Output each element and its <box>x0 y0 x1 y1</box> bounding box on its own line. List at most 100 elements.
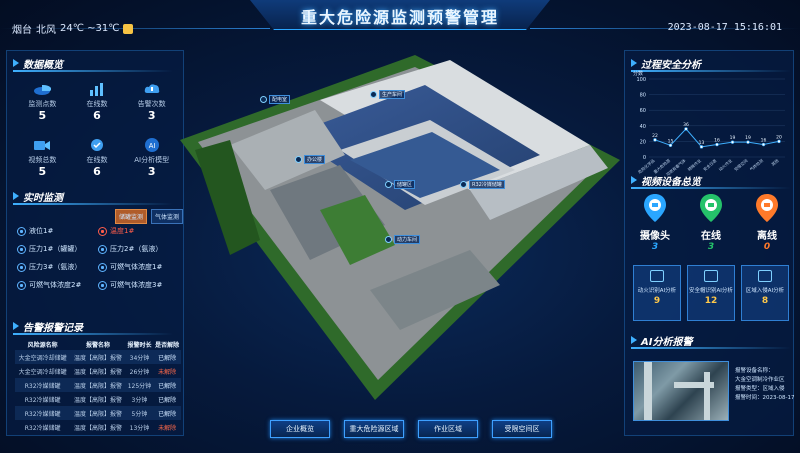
video-title: 视频设备总览 <box>631 173 791 189</box>
ai-card-label: 安全帽识别AI分析 <box>689 288 733 294</box>
nav-enterprise-overview[interactable]: 企业概览 <box>270 420 330 438</box>
video-camera-icon <box>33 137 51 153</box>
records-title: 告警报警记录 <box>13 319 173 335</box>
weather-temp: 24℃ ~31℃ <box>60 23 120 34</box>
title-marker-icon <box>13 322 19 330</box>
device-label: 离线 <box>757 231 777 242</box>
chart-x-tick-label: 气体检测 <box>748 157 764 172</box>
chart-x-tick-label: 动火作业 <box>717 157 733 172</box>
title-marker-icon <box>631 336 637 344</box>
pie-chart-icon <box>33 81 52 97</box>
online-pin-icon <box>699 193 723 223</box>
map-pin[interactable]: 配电室 <box>260 95 291 104</box>
location-pin-icon <box>385 236 392 243</box>
chart-data-label: 16 <box>714 138 720 144</box>
sensor-status-icon <box>17 280 26 290</box>
ai-alarm-title-text: AI分析报警 <box>641 336 693 348</box>
cell-duration: 26分钟 <box>129 368 150 376</box>
realtime-sensor[interactable]: 压力1#（罐罐） <box>17 243 98 255</box>
overview-value: 6 <box>93 165 101 178</box>
chart-data-label: 13 <box>699 140 705 146</box>
table-row[interactable]: R32冷媒储罐 温度【高限】报警 125分钟 已解除 <box>15 378 181 392</box>
cell-alarm-name: 温度【高限】报警 <box>70 350 126 364</box>
map-pin[interactable]: 办公楼 <box>295 155 326 164</box>
table-row[interactable]: R32冷媒储罐 温度【高限】报警 5分钟 已解除 <box>15 406 181 420</box>
alarm-info-line: 报警时间：2023-08-17 <box>735 395 795 401</box>
alarm-info-line: 大金空调制冷作业区 <box>735 377 785 383</box>
realtime-sensor[interactable]: 可燃气体浓度1# <box>98 261 179 273</box>
realtime-sensor[interactable]: 温度1# <box>98 225 179 237</box>
offline-pin-icon <box>755 193 779 223</box>
title-underline <box>631 347 791 349</box>
ai-alarm-title: AI分析报警 <box>631 333 791 349</box>
table-row[interactable]: 大金空调冷却储罐 温度【高限】报警 26分钟 未解除 <box>15 364 181 378</box>
nav-confined-space[interactable]: 受限空间区 <box>492 420 552 438</box>
overview-value: 5 <box>38 109 47 122</box>
chart-x-tick-label: 安全仪表 <box>702 157 718 172</box>
chart-data-label: 15 <box>668 138 674 144</box>
map-pin-label: 动力车间 <box>394 235 421 244</box>
overview-item: 监测点数 5 <box>15 81 70 133</box>
map-pin[interactable]: 储罐区 <box>385 180 416 189</box>
map-pin[interactable]: 动力车间 <box>385 235 421 244</box>
realtime-sensor[interactable]: 液位1# <box>17 225 98 237</box>
realtime-sensor[interactable]: 可燃气体浓度2# <box>17 279 98 291</box>
table-row[interactable]: R32冷媒储罐 温度【高限】报警 3分钟 已解除 <box>15 392 181 406</box>
tab-tank-monitor[interactable]: 储罐监测 <box>115 209 147 224</box>
cell-duration: 34分钟 <box>125 350 154 364</box>
cell-source: R32冷媒储罐 <box>24 396 61 404</box>
map-pin-label: 储罐区 <box>394 180 416 189</box>
video-device-stats: 摄像头 3 在线 3 离线 0 <box>633 193 789 252</box>
realtime-title: 实时监测 <box>13 189 173 205</box>
title-underline <box>13 333 173 335</box>
monitor-icon <box>650 270 664 282</box>
sensor-label: 可燃气体浓度3# <box>110 281 163 289</box>
cell-source: R32冷媒储罐 <box>15 406 71 420</box>
chart-point <box>684 127 688 131</box>
ai-analysis-card[interactable]: 动火识别AI分析 9 <box>633 265 681 321</box>
sensor-status-icon <box>98 244 107 254</box>
map-pin-label: 配电室 <box>269 95 291 104</box>
nav-work-area[interactable]: 作业区域 <box>418 420 478 438</box>
header: 重大危险源监测预警管理 烟台 北风 24℃ ~31℃ 2023-08-17 15… <box>0 0 800 42</box>
alarm-records-body: 大金空调冷却储罐 温度【高限】报警 34分钟 已解除 大金空调冷却储罐 温度【高限】报警 2… <box>15 350 181 434</box>
col-alarm-name: 报警名称 <box>85 341 110 349</box>
factory-3d-map[interactable]: 配电室 生产车间办公楼储罐区 R32冷媒储罐动力车间 <box>170 40 630 410</box>
chart-y-tick-label: 60 <box>640 108 646 114</box>
overview-item: 视频总数 5 <box>15 137 70 189</box>
title-marker-icon <box>13 192 19 200</box>
alarm-snapshot-image[interactable] <box>633 361 729 421</box>
current-datetime: 2023-08-17 15:16:01 <box>667 22 782 33</box>
ai-model-icon: AI <box>143 137 161 153</box>
cell-source: R32冷媒储罐 <box>15 378 71 392</box>
overview-item: 在线数 6 <box>70 137 125 189</box>
bottom-nav: 企业概览 重大危险源区域 作业区域 受限空间区 <box>270 420 552 438</box>
chart-x-tick-label: 其他 <box>770 157 780 167</box>
nav-major-hazard-area[interactable]: 重大危险源区域 <box>344 420 404 438</box>
ai-analysis-card[interactable]: 区域入侵AI分析 8 <box>741 265 789 321</box>
col-source: 风险源名称 <box>27 341 58 349</box>
right-panel: 过程安全分析 分数 0 20 40 60 80 100 22 15 36 13 16 19 19 16 20 危… <box>624 50 794 436</box>
online-check-icon <box>88 137 106 153</box>
location-pin-icon <box>385 181 392 188</box>
chart-x-tick-label: 特殊作业 <box>686 157 702 172</box>
sensor-label: 压力3#（氨液） <box>29 263 82 271</box>
sensor-label: 压力1#（罐罐） <box>29 245 82 253</box>
overview-value: 6 <box>93 109 101 122</box>
table-row[interactable]: 大金空调冷却储罐 温度【高限】报警 34分钟 已解除 <box>15 350 181 364</box>
sun-icon <box>123 23 134 34</box>
chart-point <box>668 143 673 148</box>
device-label: 摄像头 <box>640 231 670 242</box>
chart-y-axis-label: 分数 <box>633 70 643 77</box>
map-pin-label: R32冷媒储罐 <box>469 180 505 189</box>
realtime-sensor[interactable]: 可燃气体浓度3# <box>98 279 179 291</box>
realtime-sensor[interactable]: 压力2#（氨液） <box>98 243 179 255</box>
realtime-sensor[interactable]: 压力3#（氨液） <box>17 261 98 273</box>
map-pin[interactable]: 生产车间 <box>370 90 406 99</box>
table-row[interactable]: R32冷媒储罐 温度【高限】报警 13分钟 未解除 <box>15 420 181 434</box>
video-title-text: 视频设备总览 <box>641 176 701 188</box>
chart-x-tick-label: 受限空间 <box>733 157 749 172</box>
ai-analysis-card[interactable]: 安全帽识别AI分析 12 <box>687 265 735 321</box>
map-pin[interactable]: R32冷媒储罐 <box>460 180 505 189</box>
title-marker-icon <box>631 176 637 184</box>
